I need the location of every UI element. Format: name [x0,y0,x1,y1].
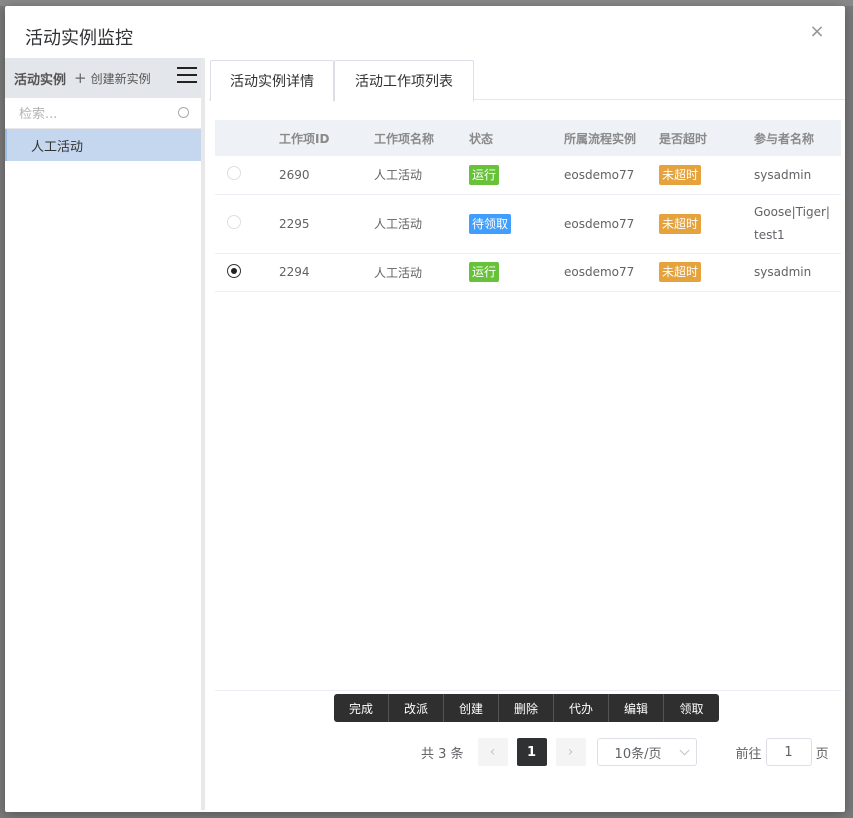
pagination: 共 3 条 ‹ 1 › 10条/页 前往 页 [421,738,829,766]
header-workitem-id: 工作项ID [275,120,370,156]
tab-activity-detail[interactable]: 活动实例详情 [210,60,334,101]
chevron-down-icon [679,745,689,756]
footer-divider [215,690,841,691]
goto-label: 前往 [735,746,762,762]
table-row[interactable]: 2690 人工活动 运行 eosdemo77 未超时 sysadmin [215,156,841,195]
page-suffix-label: 页 [815,746,829,762]
cell-process: eosdemo77 [560,156,655,195]
claim-button[interactable]: 领取 [664,694,719,722]
cell-name: 人工活动 [370,194,465,254]
search-box [5,101,201,129]
header-participant: 参与者名称 [750,120,841,156]
cell-participant: Goose|Tiger|test1 [754,204,830,242]
create-instance-button[interactable]: + 创建新实例 [74,69,151,87]
page-number-current[interactable]: 1 [516,738,547,766]
cell-process: eosdemo77 [560,194,655,254]
close-icon[interactable]: × [809,23,825,41]
search-input[interactable] [5,101,201,127]
table-header-row: 工作项ID 工作项名称 状态 所属流程实例 是否超时 参与者名称 [215,120,841,156]
timeout-badge: 未超时 [659,164,702,185]
left-panel: 活动实例 + 创建新实例 人工活动 [5,58,205,810]
cell-id: 2690 [275,156,370,195]
edit-button[interactable]: 编辑 [609,694,664,722]
left-panel-title: 活动实例 [14,72,67,88]
header-process-instance: 所属流程实例 [560,120,655,156]
cell-participant: sysadmin [750,253,841,292]
complete-button[interactable]: 完成 [334,694,389,722]
header-timeout: 是否超时 [655,120,750,156]
plus-icon: + [74,69,87,87]
cell-name: 人工活动 [370,156,465,195]
status-badge: 待领取 [469,213,512,234]
status-badge: 运行 [469,164,500,185]
dialog-title: 活动实例监控 [25,28,133,49]
goto-page-input[interactable] [765,738,812,766]
menu-icon[interactable] [177,67,197,83]
cell-id: 2294 [275,253,370,292]
row-radio[interactable] [227,166,241,181]
right-panel: 活动实例详情 活动工作项列表 工作项ID 工作项名称 状态 所属流程实例 是否超… [209,58,845,810]
tab-bar: 活动实例详情 活动工作项列表 [209,58,845,102]
cell-id: 2295 [275,194,370,254]
row-radio[interactable] [227,215,241,229]
pagination-total: 共 3 条 [421,746,464,762]
timeout-badge: 未超时 [659,262,702,282]
search-icon[interactable] [178,107,189,118]
tree-item-manual-activity[interactable]: 人工活动 [5,129,201,161]
cell-name: 人工活动 [370,253,465,292]
reassign-button[interactable]: 改派 [389,694,444,722]
page-size-select[interactable]: 10条/页 [596,738,697,766]
table-row[interactable]: 2294 人工活动 运行 eosdemo77 未超时 sysadmin [215,253,841,292]
header-workitem-name: 工作项名称 [370,120,465,156]
header-select [215,120,275,156]
table-row[interactable]: 2295 人工活动 待领取 eosdemo77 未超时 Goose|Tiger|… [215,194,841,254]
tab-workitem-list[interactable]: 活动工作项列表 [334,60,474,102]
delete-button[interactable]: 删除 [499,694,554,722]
create-instance-label: 创建新实例 [90,71,151,86]
timeout-badge: 未超时 [659,213,702,234]
activity-monitor-dialog: 活动实例监控 × 活动实例 + 创建新实例 人工活动 活动实例详情 活动工作项列… [5,6,845,812]
action-button-bar: 完成 改派 创建 删除 代办 编辑 领取 [334,694,719,722]
create-button[interactable]: 创建 [444,694,499,722]
left-panel-header: 活动实例 + 创建新实例 [5,58,201,98]
delegate-button[interactable]: 代办 [554,694,609,722]
chevron-right-icon[interactable]: › [555,738,586,766]
workitem-table: 工作项ID 工作项名称 状态 所属流程实例 是否超时 参与者名称 2690 人工… [215,120,841,292]
header-status: 状态 [465,120,560,156]
row-radio[interactable] [227,263,241,278]
chevron-left-icon[interactable]: ‹ [477,738,508,766]
status-badge: 运行 [469,262,500,282]
cell-process: eosdemo77 [560,253,655,292]
cell-participant: sysadmin [750,156,841,195]
page-size-value: 10条/页 [614,746,662,762]
